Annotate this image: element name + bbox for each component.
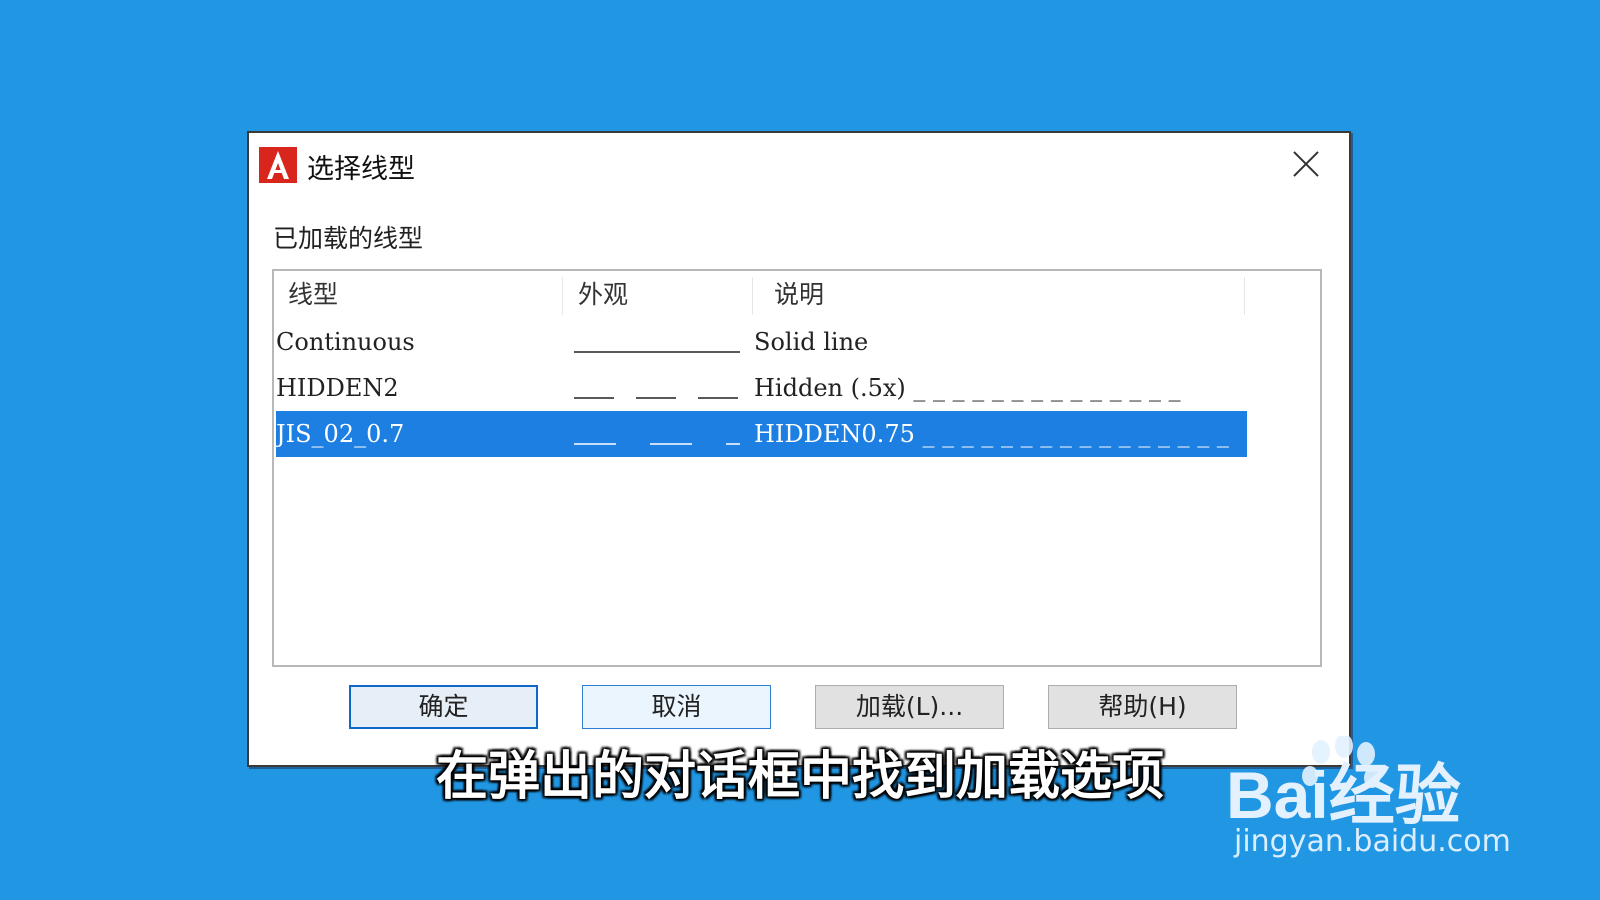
title-bar[interactable]: 选择线型: [249, 133, 1349, 191]
linetype-description: HIDDEN0.75 _ _ _ _ _ _ _ _ _ _ _ _ _ _ _…: [754, 420, 1229, 448]
linetype-name: HIDDEN2: [276, 374, 399, 402]
linetype-description: Solid line: [754, 328, 869, 356]
ok-button[interactable]: 确定: [349, 685, 538, 729]
column-divider[interactable]: [752, 277, 753, 315]
linetype-appearance: [574, 397, 740, 399]
cancel-button[interactable]: 取消: [582, 685, 771, 729]
linetype-name: Continuous: [276, 328, 415, 356]
loaded-linetypes-label: 已加载的线型: [273, 224, 424, 253]
linetype-name: JIS_02_0.7: [276, 420, 405, 448]
column-divider[interactable]: [562, 277, 563, 315]
linetype-appearance: [574, 351, 740, 353]
watermark-url: jingyan.baidu.com: [1234, 824, 1511, 859]
load-button[interactable]: 加载(L)...: [815, 685, 1004, 729]
column-header-linetype[interactable]: 线型: [288, 271, 338, 319]
autocad-logo-icon: [259, 147, 297, 183]
linetype-row[interactable]: HIDDEN2 Hidden (.5x) _ _ _ _ _ _ _ _ _ _…: [276, 365, 1247, 411]
linetype-description: Hidden (.5x) _ _ _ _ _ _ _ _ _ _ _ _ _ _: [754, 374, 1181, 402]
column-header-appearance[interactable]: 外观: [578, 271, 628, 319]
linetype-row[interactable]: Continuous Solid line: [276, 319, 1247, 365]
column-divider[interactable]: [1244, 277, 1245, 315]
watermark-brand: Bai经验: [1226, 758, 1461, 832]
dialog-title: 选择线型: [307, 154, 415, 185]
linetype-row-selected[interactable]: JIS_02_0.7 HIDDEN0.75 _ _ _ _ _ _ _ _ _ …: [276, 411, 1247, 457]
column-header-description[interactable]: 说明: [774, 271, 824, 319]
linetype-list[interactable]: 线型 外观 说明 Continuous Solid line HIDDEN2 H…: [272, 269, 1322, 667]
help-button[interactable]: 帮助(H): [1048, 685, 1237, 729]
linetype-appearance: [574, 443, 740, 445]
select-linetype-dialog: 选择线型 已加载的线型 线型 外观 说明 Continuous Solid li…: [247, 131, 1351, 767]
close-icon[interactable]: [1289, 147, 1323, 181]
